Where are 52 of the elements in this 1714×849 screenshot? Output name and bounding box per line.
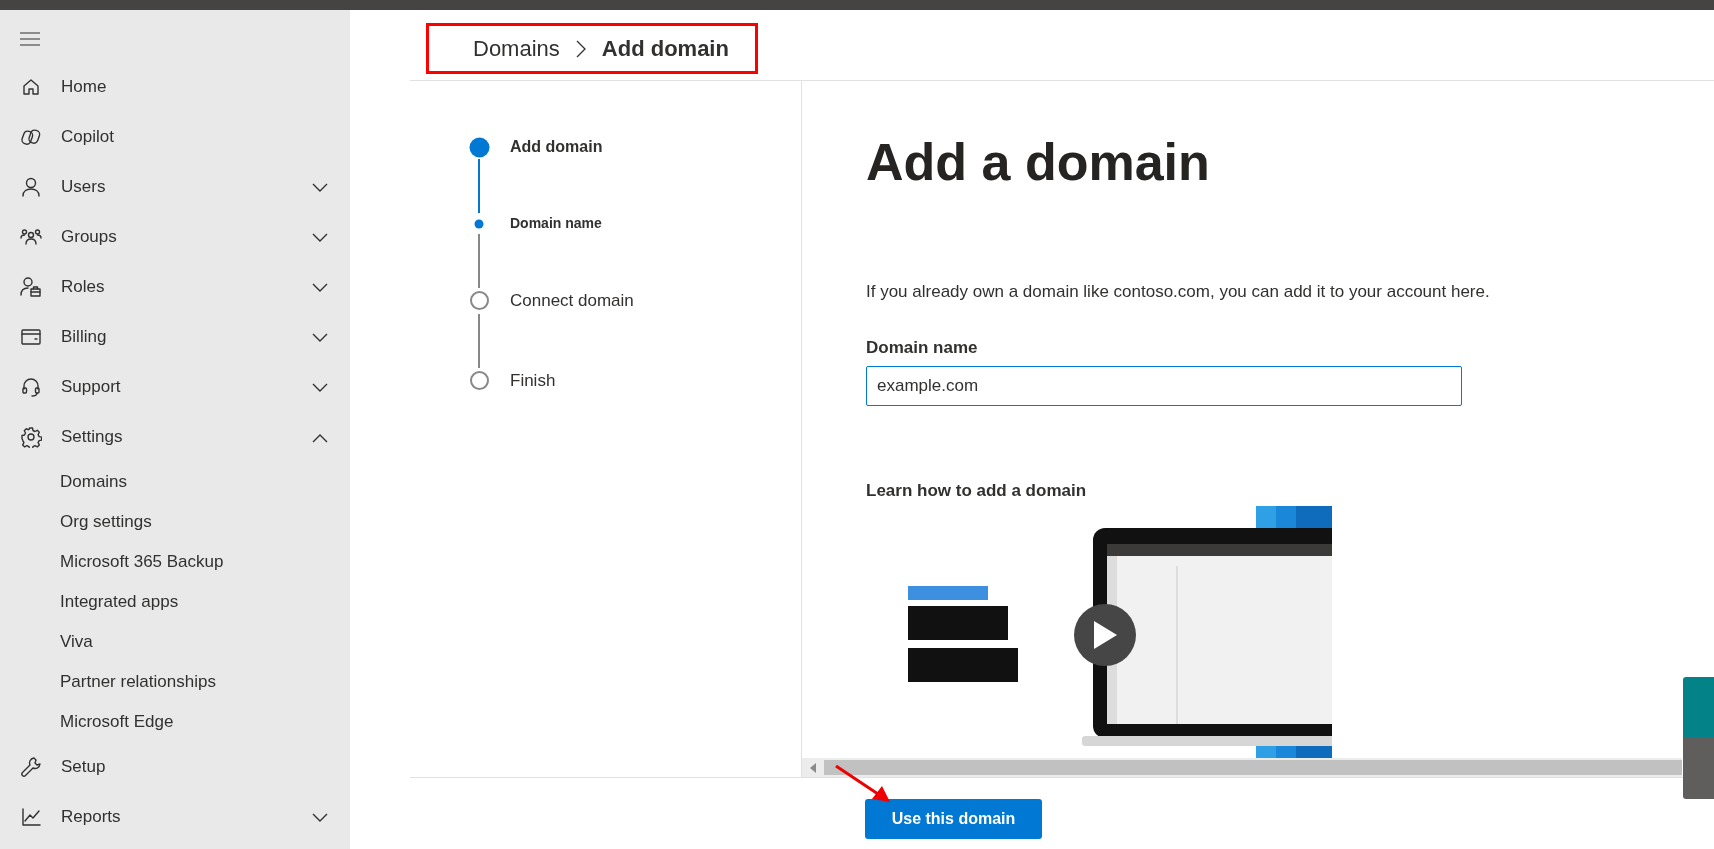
sidebar-item[interactable]: Support <box>0 362 350 412</box>
step-label: Domain name <box>510 214 602 233</box>
sidebar-item[interactable]: Roles <box>0 262 350 312</box>
copilot-icon <box>20 126 42 148</box>
chart-icon <box>20 806 42 828</box>
chevron-icon[interactable] <box>312 182 328 193</box>
home-icon <box>20 76 42 98</box>
chevron-icon[interactable] <box>312 812 328 823</box>
intro-text: If you already own a domain like contoso.com, you can add it to your account here. <box>866 281 1491 304</box>
chevron-icon[interactable] <box>312 332 328 343</box>
sidebar-item[interactable]: Setup <box>0 742 350 792</box>
chevron-icon[interactable] <box>312 282 328 293</box>
sidebar-subitem[interactable]: Org settings <box>0 502 350 542</box>
breadcrumb-link[interactable]: Domains <box>473 32 560 65</box>
annotation-arrow <box>835 764 890 802</box>
headset-icon <box>20 376 42 398</box>
breadcrumb-current: Add domain <box>601 35 729 63</box>
video-title: Learn how to add a domain <box>866 480 1088 503</box>
sidebar-item[interactable]: Groups <box>0 212 350 262</box>
step-label: Add domain <box>510 137 603 157</box>
field-label: Domain name <box>866 336 979 359</box>
sidebar-subitem[interactable]: Viva <box>0 622 350 662</box>
scrollbar[interactable] <box>802 758 1682 777</box>
sidebar-item[interactable]: Users <box>0 162 350 212</box>
sidebar-subitem[interactable]: Microsoft Edge <box>0 702 350 742</box>
use-domain-button[interactable]: Use this domain <box>865 799 1042 839</box>
sidebar-item[interactable]: Reports <box>0 792 350 842</box>
sidebar-item[interactable]: Home <box>0 62 350 112</box>
person-icon <box>20 176 42 198</box>
chevron-right-icon <box>575 40 586 59</box>
sidebar-item[interactable]: Billing <box>0 312 350 362</box>
sidebar-subitem[interactable]: Partner relationships <box>0 662 350 702</box>
menu-icon[interactable] <box>20 31 40 46</box>
chevron-icon[interactable] <box>312 232 328 243</box>
sidebar-item[interactable]: Copilot <box>0 112 350 162</box>
card-icon <box>20 326 42 348</box>
chevron-icon[interactable] <box>312 382 328 393</box>
page-heading: Add a domain <box>866 132 1211 193</box>
sidebar-item[interactable]: Settings <box>0 412 350 462</box>
settings-icon <box>20 426 42 448</box>
people-icon <box>20 226 42 248</box>
sidebar-subitem[interactable]: Integrated apps <box>0 582 350 622</box>
step-label: Connect domain <box>510 290 634 312</box>
scroll-left-icon[interactable] <box>808 761 818 774</box>
sidebar-subitem[interactable]: Microsoft 365 Backup <box>0 542 350 582</box>
play-icon <box>1092 619 1118 650</box>
step-label: Finish <box>510 369 556 392</box>
sidebar-subitem[interactable]: Domains <box>0 462 350 502</box>
wrench-icon <box>20 756 42 778</box>
chevron-icon[interactable] <box>312 432 328 443</box>
domain-name-field[interactable]: example.com <box>866 366 1462 407</box>
person-badge-icon <box>20 276 42 298</box>
